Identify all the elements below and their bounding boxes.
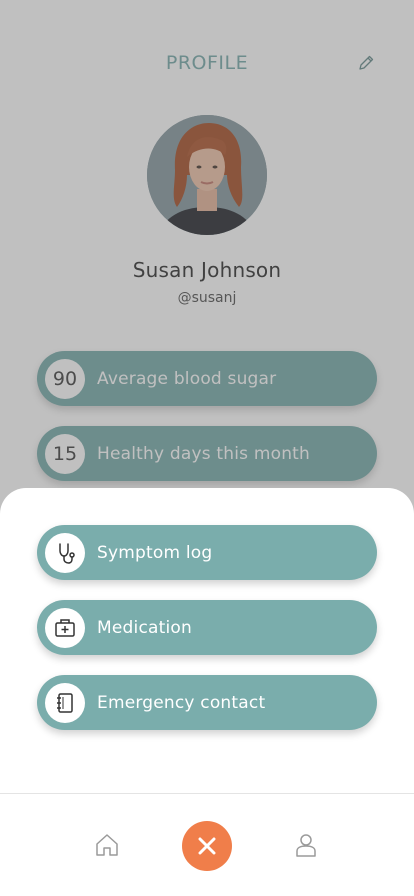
stat-label: Average blood sugar — [97, 368, 277, 389]
stat-label: Healthy days this month — [97, 443, 311, 464]
menu-icon-badge — [45, 682, 85, 723]
pencil-icon — [359, 55, 374, 70]
home-icon — [96, 834, 118, 856]
menu-item-medication[interactable]: Medication — [37, 600, 377, 655]
close-icon — [198, 837, 216, 855]
nav-profile-button[interactable] — [292, 831, 320, 859]
menu-item-emergency-contact[interactable]: Emergency contact — [37, 675, 377, 730]
menu-item-label: Emergency contact — [97, 692, 266, 713]
stat-value: 15 — [52, 442, 78, 465]
menu-icon-badge — [45, 532, 85, 573]
medical-bag-icon — [55, 618, 75, 637]
stat-average-blood-sugar[interactable]: 90 Average blood sugar — [37, 351, 377, 406]
edit-profile-button[interactable] — [355, 52, 377, 74]
menu-item-symptom-log[interactable]: Symptom log — [37, 525, 377, 580]
user-name: Susan Johnson — [132, 258, 282, 282]
menu-item-label: Medication — [97, 617, 192, 638]
stat-healthy-days[interactable]: 15 Healthy days this month — [37, 426, 377, 481]
menu-icon-badge — [45, 607, 85, 648]
stat-value: 90 — [52, 367, 78, 390]
stat-value-badge: 15 — [45, 433, 85, 474]
nav-home-button[interactable] — [93, 831, 121, 859]
address-book-icon — [57, 692, 73, 713]
user-handle: @susanj — [177, 290, 237, 306]
page-title: PROFILE — [165, 52, 249, 74]
user-icon — [296, 834, 316, 857]
stat-value-badge: 90 — [45, 358, 85, 399]
stethoscope-icon — [59, 542, 75, 564]
bottom-navigation — [0, 793, 414, 896]
avatar — [147, 115, 267, 235]
header: PROFILE — [0, 50, 414, 78]
close-menu-button[interactable] — [182, 821, 232, 871]
menu-item-label: Symptom log — [97, 542, 213, 563]
